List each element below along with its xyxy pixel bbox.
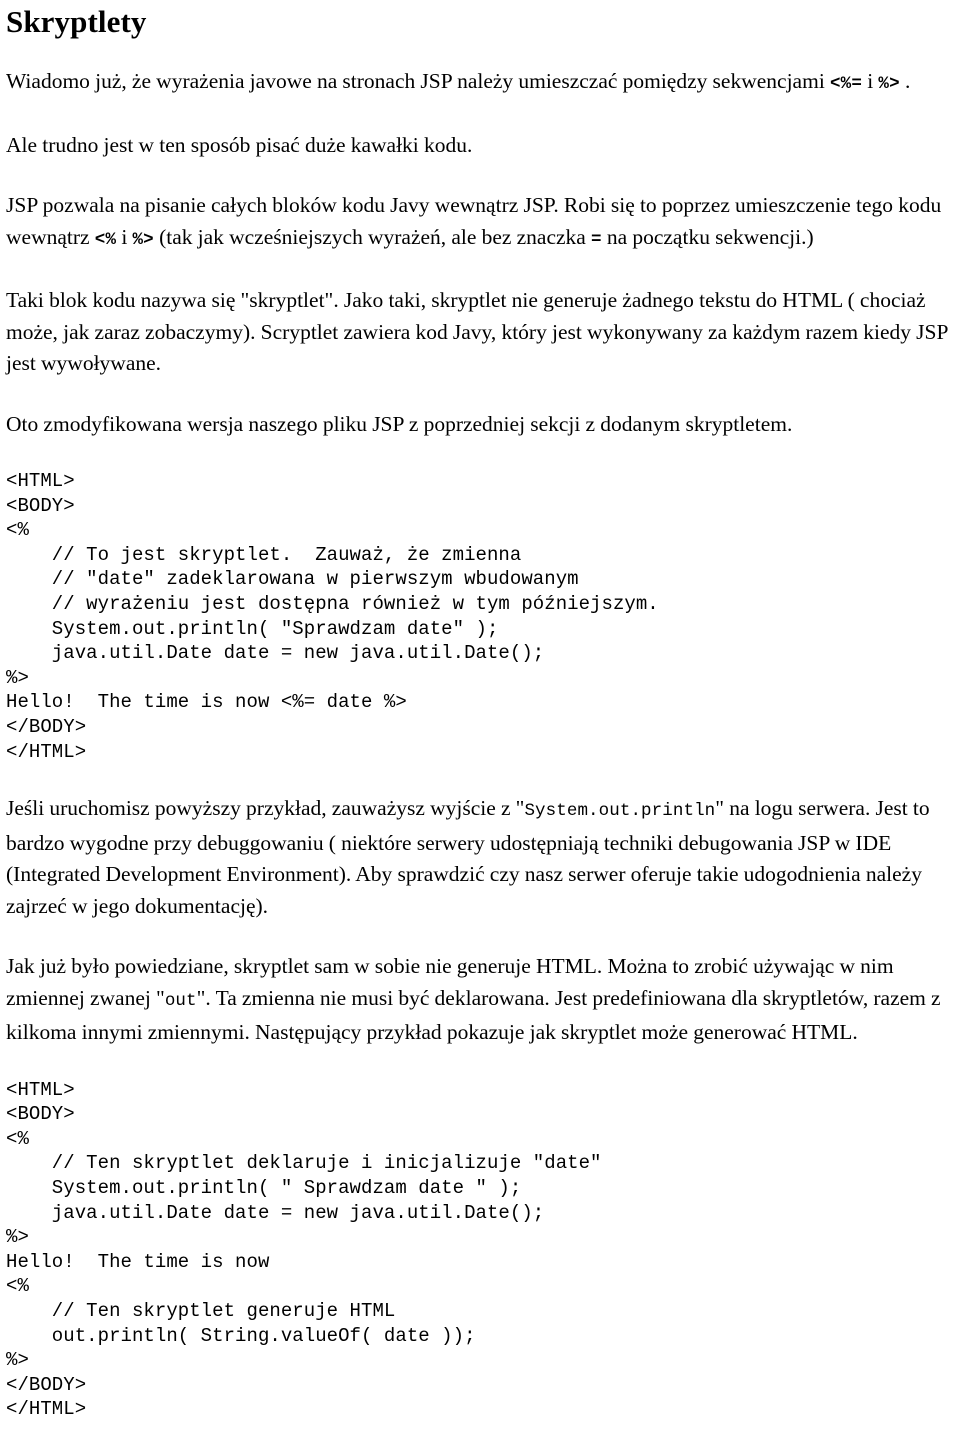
- inline-code-expression-open: <%=: [829, 74, 863, 94]
- paragraph-modified-version-lead: Oto zmodyfikowana wersja naszego pliku J…: [6, 411, 793, 436]
- paragraph-intro-conjunction: i: [862, 69, 879, 93]
- paragraph-jsp-blocks: JSP pozwala na pisanie całych bloków kod…: [6, 190, 954, 256]
- paragraph-jsp-blocks-conjunction: i: [116, 224, 133, 249]
- document-page: Skryptlety Wiadomo już, że wyrażenia jav…: [0, 0, 960, 1422]
- paragraph-scriptlet-definition: Taki blok kodu nazywa się "skryptlet". J…: [6, 288, 948, 375]
- paragraph-server-log: Jeśli uruchomisz powyższy przykład, zauw…: [6, 793, 954, 922]
- code-block-first-example: <HTML> <BODY> <% // To jest skryptlet. Z…: [6, 470, 659, 763]
- code-block-second-example: <HTML> <BODY> <% // Ten skryptlet deklar…: [6, 1078, 602, 1421]
- paragraph-intro-text-2: .: [899, 69, 911, 93]
- paragraph-jsp-blocks-text-3: na początku sekwencji.): [601, 224, 814, 249]
- paragraph-jsp-blocks-text-2: (tak jak wcześniejszych wyrażeń, ale bez…: [153, 224, 591, 249]
- inline-code-out: out: [164, 990, 197, 1011]
- paragraph-server-log-text-1: Jeśli uruchomisz powyższy przykład, zauw…: [6, 796, 525, 821]
- inline-code-system-out-println: System.out.println: [524, 801, 716, 822]
- inline-code-equals-sign: =: [591, 229, 602, 250]
- inline-code-scriptlet-open: <%: [94, 229, 117, 250]
- paragraph-intro: Wiadomo już, że wyrażenia javowe na stro…: [6, 66, 954, 101]
- inline-code-scriptlet-close: %>: [132, 229, 154, 250]
- page-title: Skryptlety: [6, 4, 147, 39]
- inline-code-expression-close: %>: [878, 74, 900, 94]
- paragraph-difficulty: Ale trudno jest w ten sposób pisać duże …: [6, 132, 473, 157]
- paragraph-out-variable: Jak już było powiedziane, skryptlet sam …: [6, 951, 954, 1049]
- paragraph-intro-text-1: Wiadomo już, że wyrażenia javowe na stro…: [6, 69, 830, 93]
